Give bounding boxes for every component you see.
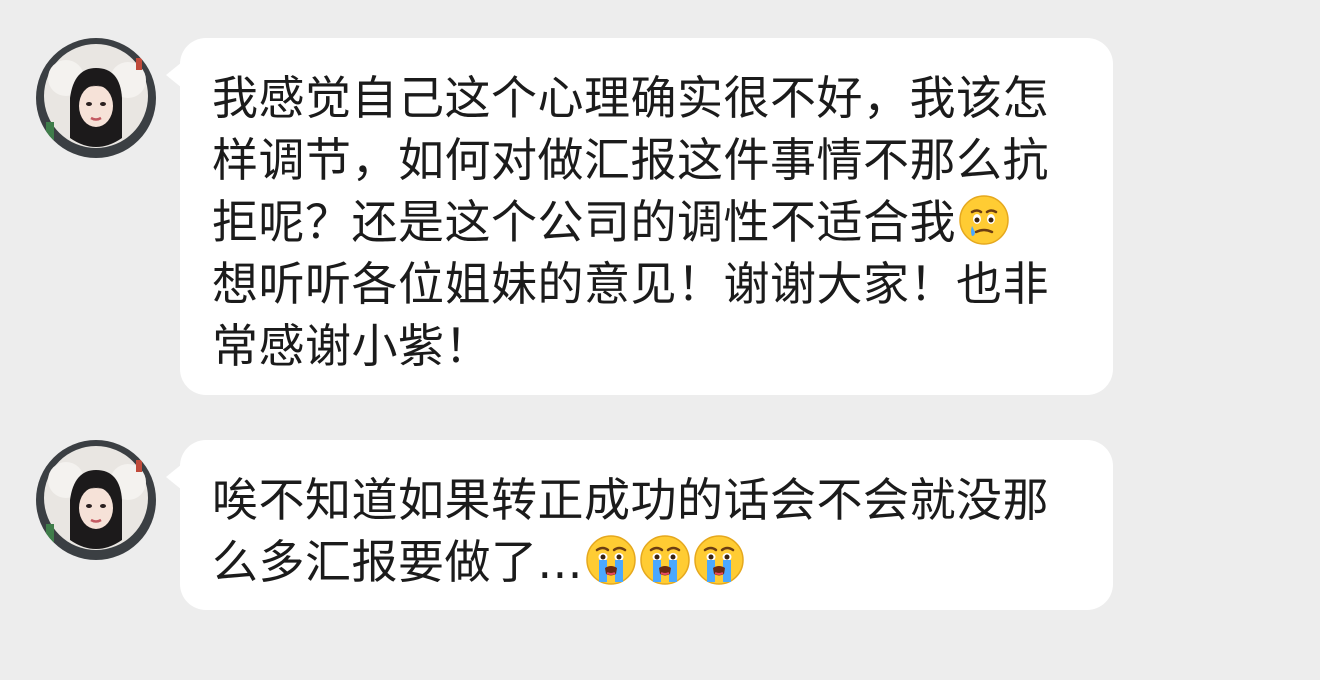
message-bubble[interactable]: 我感觉自己这个心理确实很不好，我该怎 样调节，如何对做汇报这件事情不那么抗 拒呢… bbox=[180, 38, 1113, 395]
message-text-line-with-emoji: 拒呢？还是这个公司的调性不适合我 bbox=[212, 191, 1069, 253]
avatar[interactable] bbox=[36, 38, 156, 158]
message-text-line: 我感觉自己这个心理确实很不好，我该怎 bbox=[212, 71, 1049, 125]
message-bubble[interactable]: 唉不知道如果转正成功的话会不会就没那 么多汇报要做了... bbox=[180, 440, 1113, 610]
message-text-line-with-emoji: 么多汇报要做了... bbox=[212, 531, 1069, 593]
avatar-image bbox=[36, 38, 156, 158]
message-text-line: 样调节，如何对做汇报这件事情不那么抗 bbox=[212, 133, 1049, 187]
avatar-image bbox=[36, 440, 156, 560]
holding-back-tears-face-icon bbox=[958, 194, 1010, 246]
avatar[interactable] bbox=[36, 440, 156, 560]
message-text-line: 常感谢小紫！ bbox=[212, 319, 491, 373]
message-text-line: 唉不知道如果转正成功的话会不会就没那 bbox=[212, 473, 1049, 527]
message-text: 么多汇报要做了... bbox=[212, 535, 583, 589]
message-text: 拒呢？还是这个公司的调性不适合我 bbox=[212, 195, 956, 249]
message-text-line: 想听听各位姐妹的意见！谢谢大家！也非 bbox=[212, 257, 1049, 311]
loudly-crying-face-icon bbox=[639, 534, 691, 586]
loudly-crying-face-icon bbox=[585, 534, 637, 586]
loudly-crying-face-icon bbox=[693, 534, 745, 586]
